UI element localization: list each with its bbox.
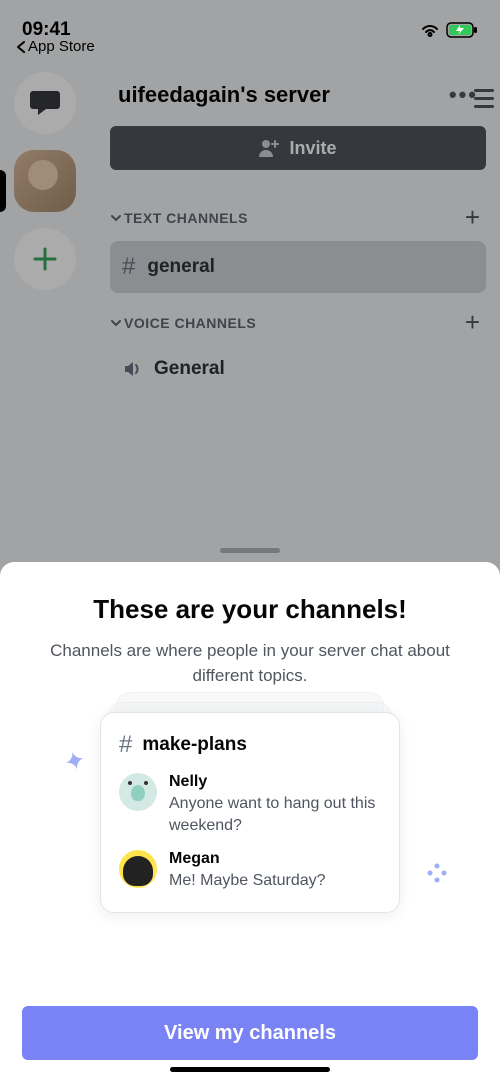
example-message: Megan Me! Maybe Saturday?: [119, 850, 381, 892]
message-author: Megan: [169, 850, 381, 868]
view-channels-button[interactable]: View my channels: [22, 1006, 478, 1060]
sheet-title: These are your channels!: [22, 594, 478, 625]
battery-icon: [446, 22, 478, 38]
message-text: Anyone want to hang out this weekend?: [169, 793, 381, 836]
message-author: Nelly: [169, 773, 381, 791]
example-message: Nelly Anyone want to hang out this weeke…: [119, 773, 381, 836]
cta-label: View my channels: [164, 1022, 336, 1044]
sheet-subtitle: Channels are where people in your server…: [22, 639, 478, 688]
avatar: [119, 850, 157, 888]
back-caret-icon: [16, 41, 26, 53]
wifi-icon: [420, 22, 440, 38]
home-indicator[interactable]: [170, 1067, 330, 1072]
sparkle-icon: [426, 862, 448, 889]
message-text: Me! Maybe Saturday?: [169, 870, 381, 892]
onboarding-sheet: These are your channels! Channels are wh…: [0, 562, 500, 1080]
example-channel-card: # make-plans Nelly Anyone want to hang o…: [100, 712, 400, 913]
example-channel-name: make-plans: [142, 734, 247, 756]
avatar: [119, 773, 157, 811]
back-to-app[interactable]: App Store: [16, 38, 95, 55]
back-app-label: App Store: [28, 38, 95, 55]
hash-icon: #: [119, 731, 132, 759]
